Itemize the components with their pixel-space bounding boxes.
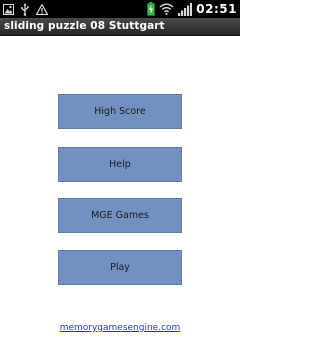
status-right-icons: 02:51 — [147, 1, 237, 17]
image-icon — [3, 3, 14, 15]
signal-icon — [178, 2, 193, 16]
wifi-icon — [159, 3, 174, 15]
status-bar: 02:51 — [0, 0, 240, 18]
status-time: 02:51 — [196, 2, 237, 16]
website-link[interactable]: memorygamesengine.com — [0, 323, 240, 333]
usb-icon — [20, 2, 30, 16]
status-left-icons — [3, 2, 48, 16]
app-title: sliding puzzle 08 Stuttgart — [4, 20, 165, 32]
mge-games-button[interactable]: MGE Games — [58, 198, 182, 233]
battery-charging-icon — [147, 2, 156, 16]
warning-icon — [36, 3, 48, 15]
title-bar: sliding puzzle 08 Stuttgart — [0, 18, 240, 36]
high-score-button[interactable]: High Score — [58, 94, 182, 129]
play-button[interactable]: Play — [58, 250, 182, 285]
help-button[interactable]: Help — [58, 147, 182, 182]
